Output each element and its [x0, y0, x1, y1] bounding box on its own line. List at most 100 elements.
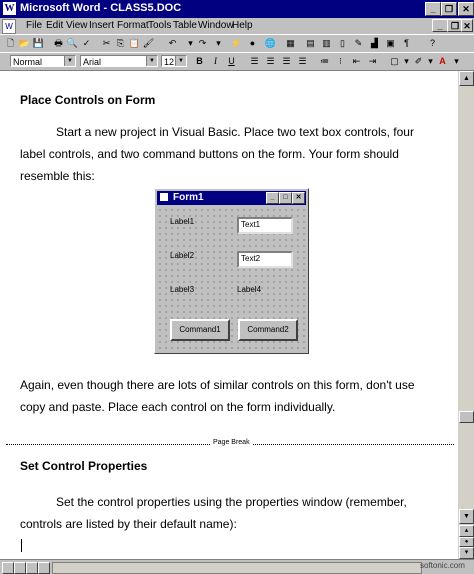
- insert-worksheet-icon[interactable]: ▥: [320, 37, 333, 49]
- font-dropdown-icon[interactable]: ▼: [146, 56, 157, 66]
- scroll-up-icon[interactable]: ▲: [459, 71, 474, 86]
- scroll-thumb[interactable]: [459, 411, 474, 423]
- paragraph-start-project: Start a new project in Visual Basic. Pla…: [20, 125, 414, 183]
- insert-frame-icon[interactable]: ▦: [284, 37, 297, 49]
- title-bar: W Microsoft Word - CLASS5.DOC _ ❐ ✕: [0, 0, 474, 18]
- form-label2: Label2: [170, 251, 195, 260]
- cut-icon[interactable]: ✂: [100, 37, 113, 49]
- font-combo[interactable]: Arial ▼: [80, 55, 158, 67]
- insert-table-icon[interactable]: ▤: [304, 37, 317, 49]
- style-value: Normal: [13, 57, 43, 67]
- horizontal-scrollbar[interactable]: [52, 562, 422, 574]
- save-icon[interactable]: 💾: [32, 37, 45, 49]
- heading-place-controls: Place Controls on Form: [20, 93, 156, 107]
- softonic-watermark: softonic.com: [420, 561, 465, 570]
- page-layout-icon[interactable]: [26, 562, 38, 574]
- justify-icon[interactable]: ☰: [296, 55, 309, 67]
- autoformat-icon[interactable]: ⚡: [230, 37, 243, 49]
- document-control-icon[interactable]: W: [2, 19, 16, 34]
- window-title: Microsoft Word - CLASS5.DOC: [20, 2, 182, 14]
- menu-window[interactable]: Window: [198, 20, 234, 31]
- form-minimize-icon: _: [266, 192, 279, 204]
- minimize-button[interactable]: _: [425, 2, 441, 16]
- new-icon[interactable]: 🗋: [4, 37, 17, 49]
- document-page[interactable]: Place Controls on Form Start a new proje…: [0, 71, 458, 559]
- print-icon[interactable]: 🖶: [52, 37, 65, 49]
- show-hide-icon[interactable]: ¶: [400, 37, 413, 49]
- font-size-value: 12: [164, 57, 175, 67]
- doc-close-button[interactable]: ✕: [461, 19, 473, 32]
- previous-page-icon[interactable]: ▴: [459, 525, 474, 537]
- columns-icon[interactable]: ▯: [336, 37, 349, 49]
- form-text1: Text1: [237, 217, 293, 234]
- word-app-icon[interactable]: W: [3, 2, 16, 15]
- form-title-bar: Form1 _ □ ✕: [157, 191, 306, 205]
- undo-icon[interactable]: ↶: [166, 37, 179, 49]
- form-command1: Command1: [170, 319, 230, 341]
- vertical-scrollbar[interactable]: ▲ ▼ ▴ ● ▾: [458, 71, 474, 559]
- format-painter-icon[interactable]: 🖌: [142, 37, 155, 49]
- web-icon[interactable]: 🌐: [264, 37, 277, 49]
- font-color-dropdown-icon[interactable]: ▾: [450, 55, 463, 67]
- bullets-icon[interactable]: ⁝: [334, 55, 347, 67]
- form-icon: [160, 193, 168, 201]
- select-browse-object-icon[interactable]: ●: [459, 537, 474, 547]
- style-combo[interactable]: Normal ▼: [10, 55, 76, 67]
- menu-format[interactable]: Format: [117, 20, 149, 31]
- font-size-combo[interactable]: 12 ▼: [161, 55, 187, 67]
- scroll-down-icon[interactable]: ▼: [459, 509, 474, 524]
- next-page-icon[interactable]: ▾: [459, 547, 474, 559]
- redo-icon[interactable]: ↷: [196, 37, 209, 49]
- form-text2: Text2: [237, 251, 293, 268]
- online-layout-icon[interactable]: [14, 562, 26, 574]
- style-dropdown-icon[interactable]: ▼: [64, 56, 75, 66]
- align-right-icon[interactable]: ☰: [280, 55, 293, 67]
- menu-edit[interactable]: Edit: [46, 20, 63, 31]
- menu-tools[interactable]: Tools: [148, 20, 171, 31]
- doc-minimize-button[interactable]: _: [432, 19, 448, 32]
- form-label1: Label1: [170, 217, 195, 226]
- underline-button[interactable]: U: [225, 55, 238, 67]
- font-color-icon[interactable]: A: [436, 55, 449, 67]
- copy-icon[interactable]: ⎘: [114, 37, 127, 49]
- menu-view[interactable]: View: [66, 20, 88, 31]
- bold-button[interactable]: B: [193, 55, 206, 67]
- outline-view-icon[interactable]: [38, 562, 50, 574]
- font-value: Arial: [83, 57, 102, 67]
- formatting-toolbar: Normal ▼ Arial ▼ 12 ▼ B I U ☰ ☰ ☰ ☰ ≔ ⁝ …: [0, 52, 474, 71]
- paste-icon[interactable]: 📋: [128, 37, 141, 49]
- insert-chart-icon[interactable]: ▟: [368, 37, 381, 49]
- form-body: Label1 Text1 Label2 Text2 Label3 Label4 …: [157, 207, 306, 351]
- standard-toolbar: 🗋 📂 💾 🖶 🔍 ✓ ✂ ⎘ 📋 🖌 ↶ ▾ ↷ ▾ ⚡ ● 🌐 ▦ ▤ ▥ …: [0, 34, 474, 53]
- increase-indent-icon[interactable]: ⇥: [366, 55, 379, 67]
- form-label4: Label4: [237, 285, 262, 294]
- numbering-icon[interactable]: ≔: [318, 55, 331, 67]
- text-cursor: [21, 539, 22, 552]
- font-size-dropdown-icon[interactable]: ▼: [175, 56, 186, 66]
- redo-dropdown-icon[interactable]: ▾: [212, 37, 225, 49]
- insert-address-icon[interactable]: ●: [246, 37, 259, 49]
- close-button[interactable]: ✕: [458, 2, 474, 16]
- document-map-icon[interactable]: ▣: [384, 37, 397, 49]
- menu-table[interactable]: Table: [173, 20, 197, 31]
- help-icon[interactable]: ?: [426, 37, 439, 49]
- align-center-icon[interactable]: ☰: [264, 55, 277, 67]
- paragraph-no-copy-paste: Again, even though there are lots of sim…: [20, 378, 415, 414]
- form-close-icon: ✕: [292, 192, 305, 204]
- form-maximize-icon: □: [279, 192, 292, 204]
- open-icon[interactable]: 📂: [18, 37, 31, 49]
- menu-file[interactable]: File: [26, 20, 42, 31]
- spelling-icon[interactable]: ✓: [80, 37, 93, 49]
- decrease-indent-icon[interactable]: ⇤: [350, 55, 363, 67]
- align-left-icon[interactable]: ☰: [248, 55, 261, 67]
- form-title: Form1: [173, 192, 204, 203]
- menu-help[interactable]: Help: [232, 20, 253, 31]
- restore-button[interactable]: ❐: [441, 2, 457, 16]
- normal-view-icon[interactable]: [2, 562, 14, 574]
- drawing-icon[interactable]: ✎: [352, 37, 365, 49]
- italic-button[interactable]: I: [209, 55, 222, 67]
- vb-form-image: Form1 _ □ ✕ Label1 Text1 Label2 Text2 La…: [154, 188, 309, 354]
- print-preview-icon[interactable]: 🔍: [66, 37, 79, 49]
- menu-bar: W File Edit View Insert Format Tools Tab…: [0, 18, 474, 34]
- menu-insert[interactable]: Insert: [89, 20, 114, 31]
